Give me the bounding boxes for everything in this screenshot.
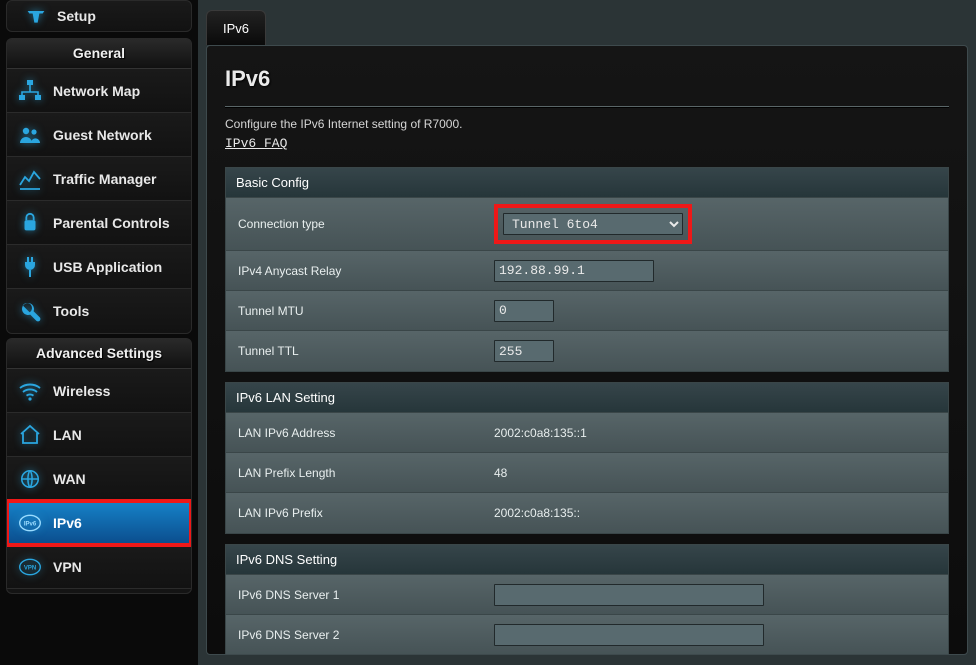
lan-prefix-length-value: 48	[486, 460, 948, 486]
vpn-icon: VPN	[17, 554, 43, 580]
basic-config-section: Basic Config Connection type Tunnel 6to4…	[225, 167, 949, 372]
lan-ipv6-address-value: 2002:c0a8:135::1	[486, 420, 948, 446]
sidebar-item-network-map[interactable]: Network Map	[7, 69, 191, 113]
sidebar-item-label: USB Application	[53, 259, 162, 275]
connection-type-highlight: Tunnel 6to4	[494, 204, 692, 244]
row-dns1: IPv6 DNS Server 1	[226, 575, 948, 615]
page-title: IPv6	[225, 60, 949, 104]
sidebar-item-label: VPN	[53, 559, 82, 575]
tunnel-mtu-input[interactable]	[494, 300, 554, 322]
dns-server-1-input[interactable]	[494, 584, 764, 606]
parental-controls-icon	[17, 210, 43, 236]
row-connection-type: Connection type Tunnel 6to4	[226, 198, 948, 251]
ipv6-icon: IPv6	[17, 510, 43, 536]
row-anycast-relay: IPv4 Anycast Relay	[226, 251, 948, 291]
field-label: LAN Prefix Length	[226, 466, 486, 480]
ipv6-lan-section: IPv6 LAN Setting LAN IPv6 Address 2002:c…	[225, 382, 949, 534]
page-intro: Configure the IPv6 Internet setting of R…	[225, 117, 949, 135]
field-label: Tunnel TTL	[226, 344, 486, 358]
sidebar-item-vpn[interactable]: VPN VPN	[7, 545, 191, 589]
field-label: Tunnel MTU	[226, 304, 486, 318]
lan-ipv6-prefix-value: 2002:c0a8:135::	[486, 500, 948, 526]
sidebar-item-setup[interactable]: Setup	[6, 0, 192, 32]
sidebar-item-label: Tools	[53, 303, 89, 319]
field-label: IPv6 DNS Server 1	[226, 588, 486, 602]
setup-icon	[25, 5, 47, 27]
field-label: IPv4 Anycast Relay	[226, 264, 486, 278]
sidebar-item-label: IPv6	[53, 515, 82, 531]
sidebar-item-label: Guest Network	[53, 127, 152, 143]
sidebar-item-lan[interactable]: LAN	[7, 413, 191, 457]
anycast-relay-input[interactable]	[494, 260, 654, 282]
lan-icon	[17, 422, 43, 448]
sidebar-item-wan[interactable]: WAN	[7, 457, 191, 501]
tab-ipv6[interactable]: IPv6	[206, 10, 266, 45]
row-lan-ipv6-address: LAN IPv6 Address 2002:c0a8:135::1	[226, 413, 948, 453]
row-tunnel-ttl: Tunnel TTL	[226, 331, 948, 371]
field-label: IPv6 DNS Server 2	[226, 628, 486, 642]
wireless-icon	[17, 378, 43, 404]
divider	[225, 106, 949, 107]
sidebar-advanced-section: Advanced Settings Wireless LAN WAN IPv6 …	[6, 338, 192, 594]
field-label: Connection type	[226, 217, 486, 231]
section-header: IPv6 LAN Setting	[226, 383, 948, 413]
sidebar: Setup General Network Map Guest Network …	[0, 0, 198, 665]
sidebar-item-parental-controls[interactable]: Parental Controls	[7, 201, 191, 245]
usb-application-icon	[17, 254, 43, 280]
sidebar-item-label: Setup	[57, 8, 96, 24]
sidebar-item-label: Network Map	[53, 83, 140, 99]
ipv6-dns-section: IPv6 DNS Setting IPv6 DNS Server 1 IPv6 …	[225, 544, 949, 655]
connection-type-select[interactable]: Tunnel 6to4	[503, 213, 683, 235]
svg-text:IPv6: IPv6	[24, 521, 37, 527]
sidebar-item-guest-network[interactable]: Guest Network	[7, 113, 191, 157]
content-panel: IPv6 Configure the IPv6 Internet setting…	[206, 45, 968, 655]
tools-icon	[17, 298, 43, 324]
sidebar-item-wireless[interactable]: Wireless	[7, 369, 191, 413]
row-lan-prefix-length: LAN Prefix Length 48	[226, 453, 948, 493]
sidebar-item-label: LAN	[53, 427, 82, 443]
guest-network-icon	[17, 122, 43, 148]
dns-server-2-input[interactable]	[494, 624, 764, 646]
row-dns2: IPv6 DNS Server 2	[226, 615, 948, 655]
field-label: LAN IPv6 Prefix	[226, 506, 486, 520]
main-area: IPv6 IPv6 Configure the IPv6 Internet se…	[198, 0, 976, 665]
sidebar-item-label: Wireless	[53, 383, 110, 399]
network-map-icon	[17, 78, 43, 104]
sidebar-general-section: General Network Map Guest Network Traffi…	[6, 38, 192, 334]
field-label: LAN IPv6 Address	[226, 426, 486, 440]
sidebar-section-header: Advanced Settings	[7, 339, 191, 369]
section-header: Basic Config	[226, 168, 948, 198]
row-lan-ipv6-prefix: LAN IPv6 Prefix 2002:c0a8:135::	[226, 493, 948, 533]
sidebar-item-usb-application[interactable]: USB Application	[7, 245, 191, 289]
wan-icon	[17, 466, 43, 492]
sidebar-item-label: Traffic Manager	[53, 171, 156, 187]
sidebar-item-traffic-manager[interactable]: Traffic Manager	[7, 157, 191, 201]
sidebar-section-header: General	[7, 39, 191, 69]
sidebar-item-tools[interactable]: Tools	[7, 289, 191, 333]
sidebar-item-label: Parental Controls	[53, 215, 170, 231]
traffic-manager-icon	[17, 166, 43, 192]
sidebar-item-ipv6[interactable]: IPv6 IPv6	[7, 501, 191, 545]
tabbar: IPv6	[198, 0, 976, 45]
sidebar-item-label: WAN	[53, 471, 86, 487]
row-tunnel-mtu: Tunnel MTU	[226, 291, 948, 331]
ipv6-faq-link[interactable]: IPv6 FAQ	[225, 136, 287, 157]
section-header: IPv6 DNS Setting	[226, 545, 948, 575]
svg-text:VPN: VPN	[24, 565, 36, 571]
tunnel-ttl-input[interactable]	[494, 340, 554, 362]
